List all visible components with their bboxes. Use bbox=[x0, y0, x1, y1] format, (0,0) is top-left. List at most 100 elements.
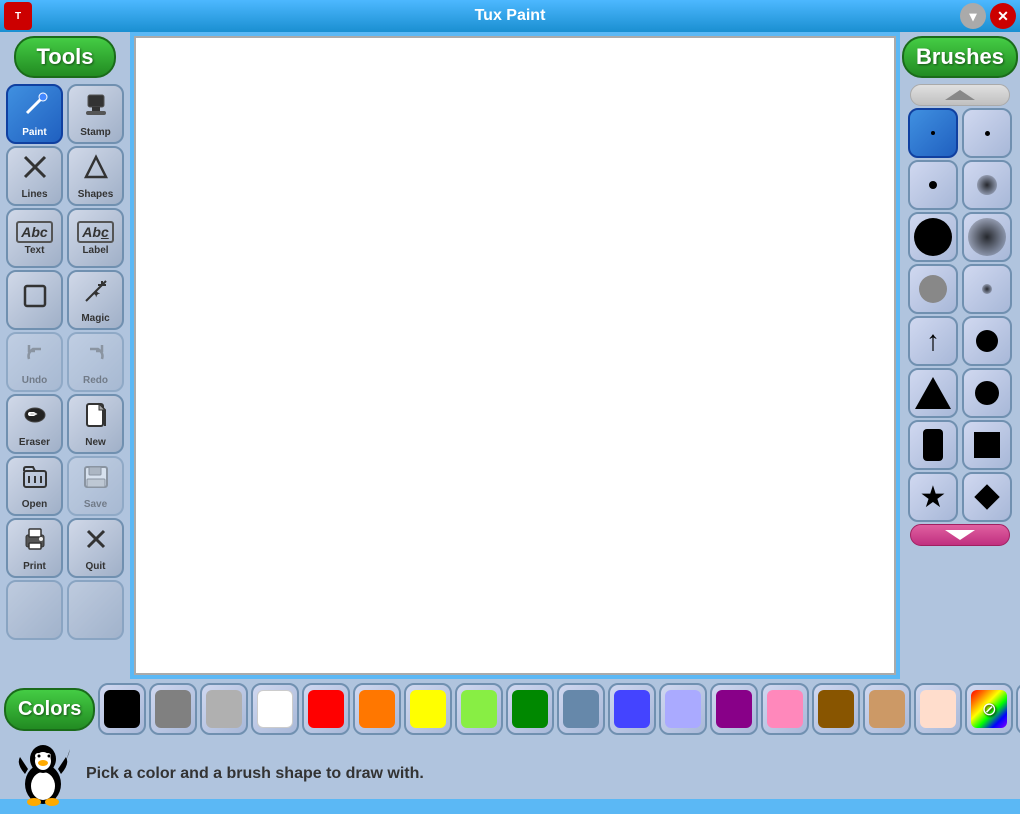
paint-tool[interactable]: Paint bbox=[6, 84, 63, 144]
brush-circle2[interactable] bbox=[962, 368, 1012, 418]
brush-tiny-dot[interactable] bbox=[908, 108, 958, 158]
paint-label: Paint bbox=[22, 127, 46, 138]
brush-row-5: ↑ bbox=[908, 316, 1012, 366]
fill-tool[interactable] bbox=[6, 270, 63, 330]
tool-row-2: Lines Shapes bbox=[6, 146, 124, 206]
redo-tool[interactable]: Redo bbox=[67, 332, 124, 392]
color-brown[interactable] bbox=[812, 683, 860, 735]
color-yellow[interactable] bbox=[404, 683, 452, 735]
brush-square[interactable] bbox=[962, 420, 1012, 470]
empty-tool-2 bbox=[67, 580, 124, 640]
color-gradient[interactable] bbox=[1016, 683, 1020, 735]
lines-label: Lines bbox=[21, 189, 47, 200]
small-dot-shape bbox=[929, 181, 937, 189]
stamp-icon bbox=[82, 91, 110, 125]
blue-gray-inner bbox=[563, 690, 599, 728]
color-dark-gray[interactable] bbox=[149, 683, 197, 735]
eraser-label: Eraser bbox=[19, 437, 50, 448]
eraser-tool[interactable]: ✏ Eraser bbox=[6, 394, 63, 454]
save-tool[interactable]: Save bbox=[67, 456, 124, 516]
magic-label: Magic bbox=[81, 313, 109, 324]
tool-row-5: Undo Redo bbox=[6, 332, 124, 392]
colors-header: Colors bbox=[4, 688, 95, 731]
save-label: Save bbox=[84, 499, 107, 510]
soft-small-shape bbox=[977, 175, 997, 195]
undo-tool[interactable]: Undo bbox=[6, 332, 63, 392]
color-purple[interactable] bbox=[710, 683, 758, 735]
label-tool[interactable]: Abc Label bbox=[67, 208, 124, 268]
color-peach[interactable] bbox=[914, 683, 962, 735]
small-diamond-shape bbox=[974, 484, 999, 509]
brush-arrow[interactable]: ↑ bbox=[908, 316, 958, 366]
stamp-tool[interactable]: Stamp bbox=[67, 84, 124, 144]
arrow-shape: ↑ bbox=[926, 325, 940, 357]
orange-inner bbox=[359, 690, 395, 728]
color-gray[interactable] bbox=[200, 683, 248, 735]
shapes-tool[interactable]: Shapes bbox=[67, 146, 124, 206]
print-icon bbox=[21, 525, 49, 559]
brush-star[interactable]: ★ bbox=[908, 472, 958, 522]
tools-header: Tools bbox=[14, 36, 115, 78]
new-tool[interactable]: New bbox=[67, 394, 124, 454]
brush-small-dot[interactable] bbox=[908, 160, 958, 210]
blue-inner bbox=[614, 690, 650, 728]
empty-tool-1 bbox=[6, 580, 63, 640]
lines-icon bbox=[21, 153, 49, 187]
brushes-scroll-down[interactable] bbox=[910, 524, 1010, 546]
brush-gray-circle[interactable] bbox=[908, 264, 958, 314]
print-label: Print bbox=[23, 561, 46, 572]
yellow-inner bbox=[410, 690, 446, 728]
color-pink[interactable] bbox=[761, 683, 809, 735]
color-tan[interactable] bbox=[863, 683, 911, 735]
red-inner bbox=[308, 690, 344, 728]
color-light-green[interactable] bbox=[455, 683, 503, 735]
svg-text:✦: ✦ bbox=[92, 289, 100, 300]
color-black[interactable] bbox=[98, 683, 146, 735]
brush-soft-small[interactable] bbox=[962, 160, 1012, 210]
quit-tool[interactable]: Quit bbox=[67, 518, 124, 578]
color-rainbow[interactable]: ⊘ bbox=[965, 683, 1013, 735]
tool-row-6: ✏ Eraser New bbox=[6, 394, 124, 454]
brush-soft-tiny[interactable] bbox=[962, 264, 1012, 314]
circle2-shape bbox=[975, 381, 999, 405]
color-white[interactable] bbox=[251, 683, 299, 735]
brush-filled-circle[interactable] bbox=[962, 316, 1012, 366]
brush-soft-large[interactable] bbox=[962, 212, 1012, 262]
diamond-tall-shape bbox=[923, 429, 943, 461]
color-blue-gray[interactable] bbox=[557, 683, 605, 735]
bottom-bar: Colors bbox=[0, 679, 1020, 799]
brush-row-8: ★ bbox=[908, 472, 1012, 522]
text-label: Text bbox=[25, 245, 45, 256]
new-label: New bbox=[85, 437, 106, 448]
color-green[interactable] bbox=[506, 683, 554, 735]
color-orange[interactable] bbox=[353, 683, 401, 735]
color-blue[interactable] bbox=[608, 683, 656, 735]
soft-tiny-shape bbox=[982, 284, 992, 294]
brush-triangle[interactable] bbox=[908, 368, 958, 418]
purple-inner bbox=[716, 690, 752, 728]
close-button[interactable]: ✕ bbox=[990, 3, 1016, 29]
brush-large-circle[interactable] bbox=[908, 212, 958, 262]
text-icon: Abc bbox=[16, 221, 52, 243]
canvas[interactable] bbox=[134, 36, 896, 675]
tiny-dot-shape bbox=[931, 131, 935, 135]
main-area: Tools Paint bbox=[0, 32, 1020, 679]
minimize-button[interactable]: ▾ bbox=[960, 3, 986, 29]
brush-tiny-dot-2[interactable] bbox=[962, 108, 1012, 158]
color-red[interactable] bbox=[302, 683, 350, 735]
brush-row-2 bbox=[908, 160, 1012, 210]
stamp-label: Stamp bbox=[80, 127, 111, 138]
brushes-scroll-up[interactable] bbox=[910, 84, 1010, 106]
text-tool[interactable]: Abc Text bbox=[6, 208, 63, 268]
open-tool[interactable]: Open bbox=[6, 456, 63, 516]
light-green-inner bbox=[461, 690, 497, 728]
lines-tool[interactable]: Lines bbox=[6, 146, 63, 206]
brush-small-diamond[interactable] bbox=[962, 472, 1012, 522]
color-lavender[interactable] bbox=[659, 683, 707, 735]
tools-panel: Tools Paint bbox=[0, 32, 130, 679]
brush-diamond-tall[interactable] bbox=[908, 420, 958, 470]
print-tool[interactable]: Print bbox=[6, 518, 63, 578]
star-shape: ★ bbox=[920, 480, 947, 515]
window-title: Tux Paint bbox=[475, 7, 546, 25]
magic-tool[interactable]: ✦ Magic bbox=[67, 270, 124, 330]
